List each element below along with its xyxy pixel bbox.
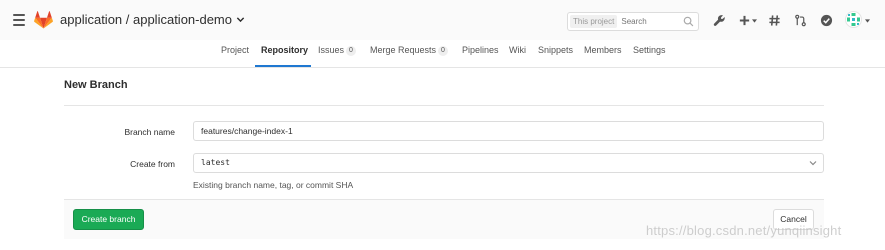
top-navbar: application / application-demo This proj…: [0, 0, 885, 40]
issues-count-badge: 0: [346, 46, 356, 56]
search-box[interactable]: This project: [567, 12, 699, 31]
branch-name-value: features/change-index-1: [201, 126, 293, 136]
caret-down-icon: [752, 19, 757, 23]
tab-label: Wiki: [509, 45, 526, 55]
tab-label: Merge Requests: [370, 45, 437, 55]
avatar[interactable]: [845, 11, 862, 28]
tab-repository[interactable]: Repository: [255, 40, 311, 67]
tab-label: Settings: [633, 45, 666, 55]
tab-label: Repository: [261, 45, 309, 55]
tab-label: Pipelines: [462, 45, 499, 55]
divider: [64, 105, 824, 106]
create-from-label: Create from: [130, 159, 175, 169]
project-title-dropdown[interactable]: application / application-demo: [60, 12, 245, 27]
todo-check-icon[interactable]: [820, 14, 833, 27]
tab-issues[interactable]: Issues 0: [318, 40, 356, 67]
project-title: application / application-demo: [60, 12, 232, 27]
tab-label: Issues: [318, 45, 345, 55]
tab-members[interactable]: Members: [584, 40, 622, 67]
page-title: New Branch: [64, 79, 128, 91]
search-input[interactable]: [621, 17, 682, 26]
tab-wiki[interactable]: Wiki: [509, 40, 526, 67]
avatar-identicon-icon: [847, 13, 860, 26]
create-from-select[interactable]: latest: [193, 153, 824, 173]
tab-label: Members: [584, 45, 622, 55]
chevron-down-icon: [809, 161, 817, 166]
merge-requests-count-badge: 0: [438, 46, 448, 56]
menu-icon[interactable]: [13, 14, 25, 26]
tab-pipelines[interactable]: Pipelines: [462, 40, 499, 67]
tab-project[interactable]: Project: [221, 40, 249, 67]
wrench-icon[interactable]: [713, 14, 726, 27]
tab-label: Project: [221, 45, 250, 55]
hash-icon[interactable]: [768, 14, 781, 27]
branch-name-input[interactable]: features/change-index-1: [193, 121, 824, 141]
merge-request-icon[interactable]: [794, 14, 807, 27]
create-from-help-text: Existing branch name, tag, or commit SHA: [193, 180, 354, 190]
gitlab-logo[interactable]: [34, 11, 53, 29]
watermark-text: https://blog.csdn.net/yunqiinsight: [646, 223, 842, 238]
tab-settings[interactable]: Settings: [633, 40, 666, 67]
caret-down-icon: [865, 19, 870, 23]
plus-icon[interactable]: [738, 14, 751, 27]
tab-snippets[interactable]: Snippets: [538, 40, 573, 67]
chevron-down-icon: [236, 17, 245, 23]
search-icon: [683, 16, 694, 27]
tab-label: Snippets: [538, 45, 574, 55]
tab-merge-requests[interactable]: Merge Requests 0: [370, 40, 448, 67]
search-scope-label: This project: [570, 15, 618, 28]
create-branch-button[interactable]: Create branch: [73, 209, 144, 230]
project-tabs: Project Repository Issues 0 Merge Request…: [0, 40, 885, 68]
branch-name-label: Branch name: [124, 127, 175, 137]
create-from-value: latest: [201, 158, 230, 167]
